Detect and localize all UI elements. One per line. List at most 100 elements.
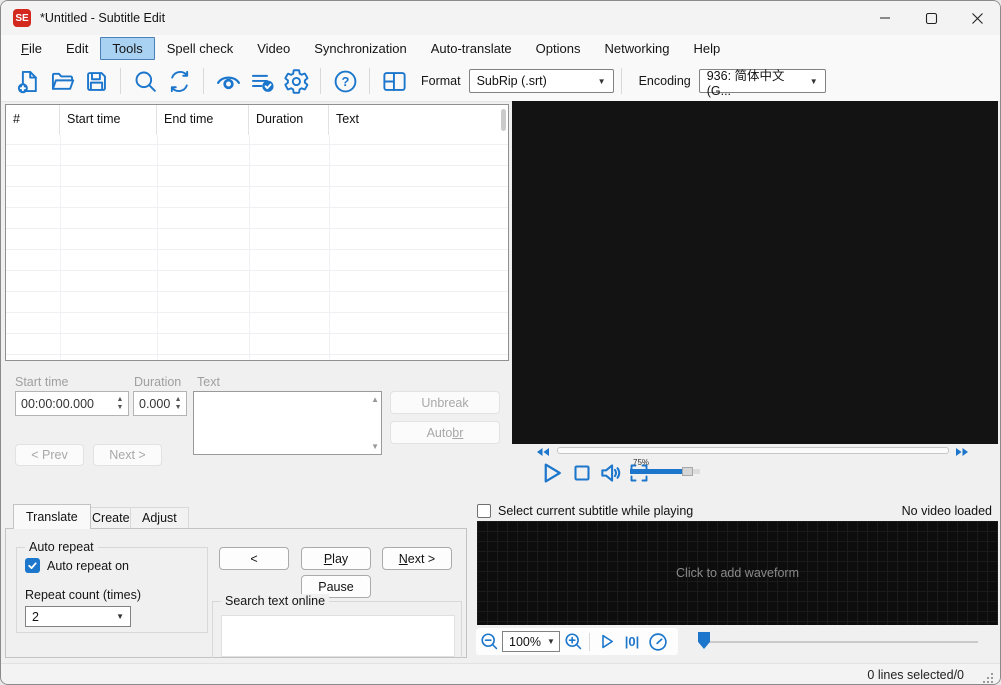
find-button[interactable] bbox=[128, 65, 162, 97]
play-from-position-button[interactable]: |0| bbox=[619, 634, 645, 649]
spin-down-icon[interactable]: ▼ bbox=[117, 404, 124, 412]
menu-item-tools[interactable]: Tools bbox=[100, 37, 154, 60]
subtitle-text-input[interactable]: ▲ ▼ bbox=[193, 391, 382, 455]
start-time-label: Start time bbox=[15, 375, 69, 389]
waveform-position-track[interactable] bbox=[705, 641, 978, 643]
encoding-select[interactable]: 936: 简体中文(G... ▼ bbox=[699, 69, 826, 93]
next-button[interactable]: Next > bbox=[382, 547, 452, 570]
chevron-down-icon: ▼ bbox=[802, 77, 818, 86]
subtitle-list[interactable]: # Start time End time Duration Text bbox=[5, 104, 509, 361]
help-button[interactable]: ? bbox=[328, 65, 362, 97]
visual-sync-button[interactable] bbox=[211, 65, 245, 97]
duration-label: Duration bbox=[134, 375, 181, 389]
settings-button[interactable] bbox=[279, 65, 313, 97]
video-seek-bar[interactable] bbox=[557, 447, 949, 454]
start-time-spinbox[interactable]: 00:00:00.000 ▲▼ bbox=[15, 391, 129, 416]
resize-grip[interactable] bbox=[982, 672, 994, 684]
waveform-area[interactable]: Click to add waveform bbox=[477, 521, 998, 625]
column-header-text[interactable]: Text bbox=[329, 105, 508, 135]
waveform-toolbar: 100% ▼ |0| bbox=[476, 628, 678, 655]
svg-text:?: ? bbox=[341, 74, 349, 89]
volume-label: 75% bbox=[633, 458, 649, 467]
toolbar-separator bbox=[369, 68, 370, 94]
menu-item-networking[interactable]: Networking bbox=[592, 37, 681, 60]
auto-br-button[interactable]: Auto br bbox=[390, 421, 500, 444]
play-button[interactable]: Play bbox=[301, 547, 371, 570]
toolbar-separator bbox=[621, 68, 622, 94]
maximize-icon bbox=[925, 12, 938, 25]
select-current-subtitle-checkbox[interactable] bbox=[477, 504, 491, 518]
column-divider bbox=[249, 135, 250, 360]
layout-icon bbox=[381, 68, 408, 95]
column-header-duration[interactable]: Duration bbox=[249, 105, 329, 135]
menu-item-help[interactable]: Help bbox=[682, 37, 733, 60]
column-header-start-time[interactable]: Start time bbox=[60, 105, 157, 135]
save-button[interactable] bbox=[79, 65, 113, 97]
video-player-surface[interactable] bbox=[512, 101, 998, 444]
spin-up-icon[interactable]: ▲ bbox=[117, 396, 124, 404]
volume-thumb[interactable] bbox=[682, 467, 693, 476]
zoom-out-icon bbox=[479, 631, 500, 652]
waveform-controls: 100% ▼ |0| bbox=[473, 627, 998, 657]
video-play-button[interactable] bbox=[536, 458, 566, 488]
auto-repeat-checkbox-label: Auto repeat on bbox=[47, 559, 129, 573]
minimize-button[interactable] bbox=[862, 1, 908, 35]
titlebar: SE *Untitled - Subtitle Edit bbox=[1, 1, 1000, 35]
format-select[interactable]: SubRip (.srt) ▼ bbox=[469, 69, 614, 93]
menu-item-spell-check[interactable]: Spell check bbox=[155, 37, 245, 60]
spell-check-icon bbox=[249, 68, 276, 95]
unbreak-button[interactable]: Unbreak bbox=[390, 391, 500, 414]
close-button[interactable] bbox=[954, 1, 1000, 35]
prev-subtitle-button[interactable]: < Prev bbox=[15, 444, 84, 466]
list-scrollbar-thumb[interactable] bbox=[501, 109, 506, 131]
duration-spinbox[interactable]: 0.000 ▲▼ bbox=[133, 391, 187, 416]
next-subtitle-button[interactable]: Next > bbox=[93, 444, 162, 466]
replace-button[interactable] bbox=[162, 65, 196, 97]
spin-up-icon[interactable]: ▲ bbox=[175, 396, 182, 404]
scroll-down-icon[interactable]: ▼ bbox=[371, 442, 379, 451]
search-icon bbox=[132, 68, 159, 95]
toolbar: ? Format SubRip (.srt) ▼ Encoding 936: 简… bbox=[1, 61, 1000, 102]
menu-item-file[interactable]: File bbox=[9, 37, 54, 60]
menu-item-synchronization[interactable]: Synchronization bbox=[302, 37, 419, 60]
column-header-number[interactable]: # bbox=[6, 105, 60, 135]
app-icon[interactable]: SE bbox=[13, 9, 31, 27]
volume-control: 75% bbox=[630, 458, 702, 488]
menu-item-options[interactable]: Options bbox=[524, 37, 593, 60]
menu-item-edit[interactable]: Edit bbox=[54, 37, 100, 60]
zoom-in-icon bbox=[563, 631, 584, 652]
no-video-loaded-label: No video loaded bbox=[902, 504, 992, 518]
new-file-button[interactable] bbox=[11, 65, 45, 97]
column-header-end-time[interactable]: End time bbox=[157, 105, 249, 135]
tab-adjust[interactable]: Adjust bbox=[130, 507, 189, 528]
subtitle-list-header: # Start time End time Duration Text bbox=[6, 105, 508, 135]
close-icon bbox=[971, 12, 984, 25]
spin-down-icon[interactable]: ▼ bbox=[175, 404, 182, 412]
spell-check-button[interactable] bbox=[245, 65, 279, 97]
waveform-zoom-out-button[interactable] bbox=[476, 629, 502, 655]
toolbar-separator bbox=[320, 68, 321, 94]
menu-item-auto-translate[interactable]: Auto-translate bbox=[419, 37, 524, 60]
search-text-online-input[interactable] bbox=[221, 615, 455, 657]
waveform-zoom-select[interactable]: 100% ▼ bbox=[502, 631, 560, 652]
layout-button[interactable] bbox=[377, 65, 411, 97]
video-stop-button[interactable] bbox=[567, 458, 597, 488]
back-button[interactable]: < bbox=[219, 547, 289, 570]
volume-slider[interactable] bbox=[630, 469, 700, 474]
tab-translate[interactable]: Translate bbox=[13, 504, 91, 529]
statusbar: 0 lines selected/0 bbox=[1, 663, 1000, 685]
encoding-value: 936: 简体中文(G... bbox=[707, 65, 802, 98]
subtitle-list-body[interactable] bbox=[6, 135, 508, 360]
waveform-zoom-in-button[interactable] bbox=[560, 629, 586, 655]
video-mute-button[interactable] bbox=[596, 458, 626, 488]
waveform-position-thumb[interactable] bbox=[698, 632, 710, 649]
menu-item-video[interactable]: Video bbox=[245, 37, 302, 60]
scroll-up-icon[interactable]: ▲ bbox=[371, 395, 379, 404]
playback-speed-button[interactable] bbox=[645, 629, 671, 655]
auto-repeat-checkbox[interactable]: Auto repeat on bbox=[25, 558, 129, 573]
menubar: File Edit Tools Spell check Video Synchr… bbox=[1, 35, 1000, 61]
repeat-count-select[interactable]: 2 ▼ bbox=[25, 606, 131, 627]
open-file-button[interactable] bbox=[45, 65, 79, 97]
waveform-play-button[interactable] bbox=[593, 629, 619, 655]
maximize-button[interactable] bbox=[908, 1, 954, 35]
